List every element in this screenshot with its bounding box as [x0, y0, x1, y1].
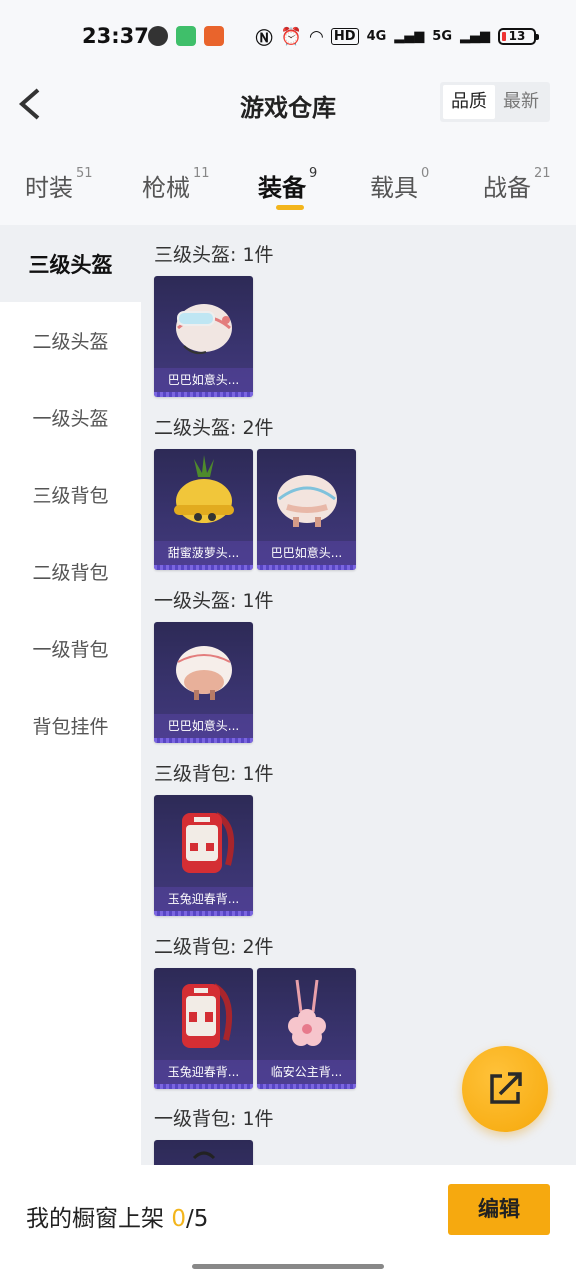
section-title: 一级背包: 1件: [154, 1108, 274, 1130]
tab-fashion[interactable]: 时装51: [25, 166, 93, 203]
section-title: 一级头盔: 1件: [154, 590, 274, 612]
item-card[interactable]: 玉兔迎春背...: [154, 795, 253, 916]
quality-stripe: [154, 1084, 253, 1089]
tab-guns[interactable]: 枪械11: [142, 166, 210, 203]
quality-stripe: [257, 565, 356, 570]
showcase-label: 我的橱窗上架: [26, 1206, 164, 1232]
backpack-icon: [182, 983, 232, 1048]
battery-icon: 13: [498, 28, 539, 45]
item-name: 玉兔迎春背...: [154, 1060, 253, 1084]
sort-toggle: 品质 最新: [440, 82, 550, 122]
tab-battle-gear[interactable]: 战备21: [483, 166, 551, 203]
tab-equipment[interactable]: 装备9: [258, 166, 318, 203]
edit-button[interactable]: 编辑: [448, 1184, 550, 1235]
sidebar-item-level2-helmet[interactable]: 二级头盔: [0, 302, 141, 379]
notification-icons: [148, 26, 224, 46]
item-card[interactable]: 甜蜜菠萝头...: [154, 449, 253, 570]
signal-4g-label: 4G: [366, 29, 387, 44]
wechat-icon: [148, 26, 168, 46]
helmet-icon: [176, 304, 232, 355]
bottom-bar: 我的橱窗上架 0/5 编辑: [0, 1165, 576, 1280]
sidebar-item-level3-backpack[interactable]: 三级背包: [0, 456, 141, 533]
item-card[interactable]: 临安公主背...: [257, 968, 356, 1089]
section-title: 三级背包: 1件: [154, 763, 274, 785]
showcase-count: 0: [171, 1206, 186, 1232]
sidebar-item-level1-backpack[interactable]: 一级背包: [0, 610, 141, 687]
header: 游戏仓库 品质 最新: [0, 58, 576, 148]
tab-count: 21: [534, 166, 551, 181]
item-name: 巴巴如意头...: [257, 541, 356, 565]
sidebar-item-level2-backpack[interactable]: 二级背包: [0, 533, 141, 610]
item-name: 巴巴如意头...: [154, 714, 253, 738]
backpack-icon: [192, 1151, 216, 1160]
wifi-icon: ◠: [309, 26, 323, 47]
tab-label: 装备: [258, 174, 306, 202]
item-card[interactable]: 巴巴如意头...: [257, 449, 356, 570]
tab-label: 载具: [370, 174, 418, 202]
showcase-total: /5: [185, 1206, 209, 1232]
app-orange-icon: [204, 26, 224, 46]
quality-stripe: [154, 738, 253, 743]
quality-stripe: [154, 392, 253, 397]
item-name: 巴巴如意头...: [154, 368, 253, 392]
home-indicator[interactable]: [192, 1264, 384, 1269]
category-tabs: 时装51 枪械11 装备9 载具0 战备21: [0, 148, 576, 225]
signal-5g-label: 5G: [432, 29, 452, 44]
item-name: 临安公主背...: [257, 1060, 356, 1084]
sidebar-item-level3-helmet[interactable]: 三级头盔: [0, 225, 141, 302]
helmet-icon: [277, 475, 337, 527]
sidebar: 三级头盔 二级头盔 一级头盔 三级背包 二级背包 一级背包 背包挂件: [0, 225, 141, 1165]
tab-count: 51: [76, 166, 93, 181]
pineapple-helmet-icon: [174, 455, 234, 523]
tab-count: 9: [309, 166, 318, 181]
backpack-icon: [182, 812, 234, 873]
item-card[interactable]: 巴巴如意头...: [154, 276, 253, 397]
tab-vehicles[interactable]: 载具0: [370, 166, 430, 203]
system-icons: Ⓝ ⏰ ◠ HD 4G ▂▄▆ 5G ▂▄▆ 13: [255, 24, 539, 49]
tab-count: 11: [193, 166, 210, 181]
quality-stripe: [154, 565, 253, 570]
tab-label: 时装: [25, 174, 73, 202]
signal-5g-bars-icon: ▂▄▆: [460, 29, 490, 44]
item-card[interactable]: 玉兔迎春背...: [154, 968, 253, 1089]
sort-newest-button[interactable]: 最新: [495, 85, 547, 119]
quality-stripe: [154, 911, 253, 916]
section-title: 三级头盔: 1件: [154, 244, 274, 266]
sort-quality-button[interactable]: 品质: [443, 85, 495, 119]
app-green-icon: [176, 26, 196, 46]
item-card[interactable]: 巴巴如意头...: [154, 622, 253, 743]
item-card[interactable]: [154, 1140, 253, 1165]
tab-label: 枪械: [142, 174, 190, 202]
signal-4g-bars-icon: ▂▄▆: [394, 29, 425, 44]
tab-label: 战备: [483, 174, 531, 202]
showcase-status: 我的橱窗上架 0/5: [26, 1199, 208, 1233]
status-time: 23:37: [82, 24, 149, 48]
helmet-icon: [176, 646, 232, 700]
external-link-icon: [490, 1072, 522, 1104]
alarm-icon: ⏰: [280, 26, 302, 47]
sidebar-item-level1-helmet[interactable]: 一级头盔: [0, 379, 141, 456]
status-bar: 23:37 Ⓝ ⏰ ◠ HD 4G ▂▄▆ 5G ▂▄▆ 13: [0, 0, 576, 58]
item-name: 甜蜜菠萝头...: [154, 541, 253, 565]
section-title: 二级头盔: 2件: [154, 417, 274, 439]
hd-label: HD: [330, 28, 359, 45]
battery-level: 13: [508, 29, 526, 43]
share-fab-button[interactable]: [462, 1046, 548, 1132]
active-tab-indicator: [276, 205, 304, 210]
section-title: 二级背包: 2件: [154, 936, 274, 958]
item-name: 玉兔迎春背...: [154, 887, 253, 911]
tab-count: 0: [421, 166, 430, 181]
sidebar-item-backpack-charm[interactable]: 背包挂件: [0, 687, 141, 764]
quality-stripe: [257, 1084, 356, 1089]
nfc-icon: Ⓝ: [255, 29, 273, 49]
item-list: 三级头盔: 1件 巴巴如意头... 二级头盔: 2件 甜蜜菠萝头... 巴巴如意…: [141, 225, 576, 1165]
flower-bag-icon: [288, 979, 326, 1046]
